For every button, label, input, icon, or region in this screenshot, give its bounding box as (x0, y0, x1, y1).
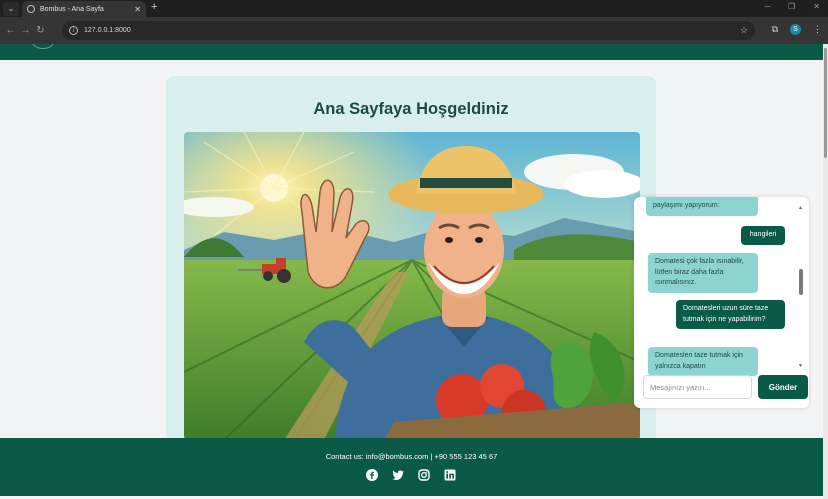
chat-messages[interactable]: paylaşımı yapıyorum: hangileri Domatesi … (634, 197, 809, 376)
toolbar-actions: ⧉ S ⋮ (772, 24, 822, 35)
site-info-icon[interactable]: i (69, 26, 78, 35)
footer-contact: Contact us: info@bombus.com | +90 555 12… (325, 452, 498, 461)
tab-search-button[interactable]: ⌄ (3, 1, 19, 16)
browser-tab[interactable]: Bombus - Ana Sayfa ✕ (22, 1, 146, 17)
minimize-icon[interactable]: ─ (764, 2, 770, 11)
forward-icon[interactable]: → (18, 25, 33, 36)
chat-message-bot: paylaşımı yapıyorum: (646, 197, 758, 216)
back-icon[interactable]: ← (3, 25, 18, 36)
site-footer: Contact us: info@bombus.com | +90 555 12… (0, 438, 823, 496)
globe-icon (27, 5, 35, 13)
scroll-up-icon[interactable]: ▲ (798, 205, 803, 211)
bookmark-star-icon[interactable]: ☆ (740, 25, 748, 36)
social-links (366, 469, 456, 481)
close-window-icon[interactable]: ✕ (813, 2, 820, 11)
browser-tab-bar: ⌄ Bombus - Ana Sayfa ✕ + ─ ❐ ✕ (0, 0, 828, 17)
scroll-down-icon[interactable]: ▼ (798, 363, 803, 369)
browser-toolbar: ← → ↻ i 127.0.0.1:8000 ☆ ⧉ S ⋮ (0, 17, 828, 44)
page-scrollbar-thumb[interactable] (824, 48, 827, 158)
chat-message-bot: Domatesi çok fazla ısınabilir, lütfen bi… (648, 253, 758, 293)
chat-widget: paylaşımı yapıyorum: hangileri Domatesi … (634, 197, 809, 408)
site-header (0, 44, 823, 60)
address-bar[interactable]: i 127.0.0.1:8000 ☆ (62, 21, 755, 40)
chat-message-user: hangileri (741, 226, 785, 245)
welcome-card: Ana Sayfaya Hoşgeldiniz (166, 76, 656, 486)
hero-illustration (184, 132, 640, 440)
menu-kebab-icon[interactable]: ⋮ (813, 24, 822, 35)
instagram-icon[interactable] (418, 469, 430, 481)
facebook-icon[interactable] (366, 469, 378, 481)
tab-title: Bombus - Ana Sayfa (40, 5, 104, 13)
url-text: 127.0.0.1:8000 (84, 27, 131, 34)
logo[interactable] (32, 44, 54, 49)
window-controls: ─ ❐ ✕ (764, 2, 820, 11)
chat-message-bot: Domatesleri taze tutmak için yalnızca ka… (648, 347, 758, 376)
send-button[interactable]: Gönder (758, 375, 808, 399)
restore-icon[interactable]: ❐ (788, 2, 795, 11)
extensions-icon[interactable]: ⧉ (772, 24, 778, 35)
new-tab-button[interactable]: + (151, 1, 157, 13)
profile-avatar[interactable]: S (790, 24, 801, 35)
chat-scrollbar-thumb[interactable] (799, 269, 803, 295)
reload-icon[interactable]: ↻ (33, 25, 48, 36)
chat-message-input[interactable]: Mesajınızı yazın... (643, 375, 752, 399)
twitter-icon[interactable] (392, 469, 404, 481)
chat-message-user: Domatesleri uzun süre taze tutmak için n… (676, 300, 785, 329)
tab-close-icon[interactable]: ✕ (134, 5, 141, 14)
page-title: Ana Sayfaya Hoşgeldiniz (313, 100, 509, 118)
linkedin-icon[interactable] (444, 469, 456, 481)
chat-scrollbar[interactable]: ▲ ▼ (798, 205, 804, 369)
farmer-illustration (184, 132, 640, 440)
page-scrollbar[interactable] (823, 44, 828, 499)
